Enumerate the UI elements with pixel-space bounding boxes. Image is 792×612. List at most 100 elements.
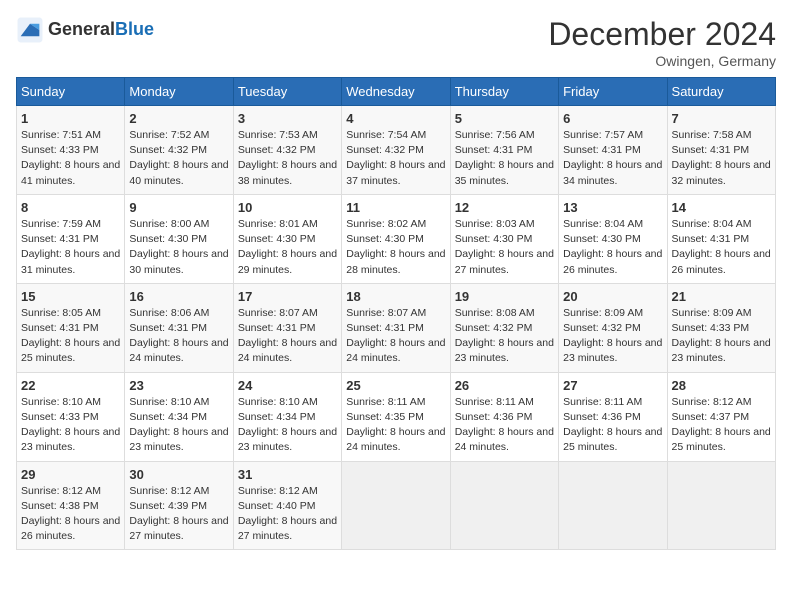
- day-info: Sunrise: 8:11 AM Sunset: 4:36 PM Dayligh…: [563, 395, 662, 456]
- calendar-cell: 3 Sunrise: 7:53 AM Sunset: 4:32 PM Dayli…: [233, 106, 341, 195]
- calendar-cell: 24 Sunrise: 8:10 AM Sunset: 4:34 PM Dayl…: [233, 372, 341, 461]
- weekday-header-thursday: Thursday: [450, 78, 558, 106]
- day-info: Sunrise: 8:12 AM Sunset: 4:37 PM Dayligh…: [672, 395, 771, 456]
- day-number: 10: [238, 200, 337, 215]
- calendar-cell: 19 Sunrise: 8:08 AM Sunset: 4:32 PM Dayl…: [450, 283, 558, 372]
- day-info: Sunrise: 8:07 AM Sunset: 4:31 PM Dayligh…: [238, 306, 337, 367]
- calendar-cell: 5 Sunrise: 7:56 AM Sunset: 4:31 PM Dayli…: [450, 106, 558, 195]
- calendar-week-5: 29 Sunrise: 8:12 AM Sunset: 4:38 PM Dayl…: [17, 461, 776, 550]
- logo: GeneralBlue: [16, 16, 154, 44]
- calendar-cell: 22 Sunrise: 8:10 AM Sunset: 4:33 PM Dayl…: [17, 372, 125, 461]
- day-number: 8: [21, 200, 120, 215]
- calendar-table: SundayMondayTuesdayWednesdayThursdayFrid…: [16, 77, 776, 550]
- day-info: Sunrise: 8:12 AM Sunset: 4:40 PM Dayligh…: [238, 484, 337, 545]
- day-number: 29: [21, 467, 120, 482]
- calendar-cell: 28 Sunrise: 8:12 AM Sunset: 4:37 PM Dayl…: [667, 372, 775, 461]
- calendar-header-row: SundayMondayTuesdayWednesdayThursdayFrid…: [17, 78, 776, 106]
- day-number: 3: [238, 111, 337, 126]
- day-info: Sunrise: 7:57 AM Sunset: 4:31 PM Dayligh…: [563, 128, 662, 189]
- day-number: 5: [455, 111, 554, 126]
- day-number: 2: [129, 111, 228, 126]
- day-info: Sunrise: 8:11 AM Sunset: 4:36 PM Dayligh…: [455, 395, 554, 456]
- calendar-cell: 31 Sunrise: 8:12 AM Sunset: 4:40 PM Dayl…: [233, 461, 341, 550]
- page-header: GeneralBlue December 2024 Owingen, Germa…: [16, 16, 776, 69]
- day-number: 16: [129, 289, 228, 304]
- day-info: Sunrise: 8:05 AM Sunset: 4:31 PM Dayligh…: [21, 306, 120, 367]
- calendar-cell: 9 Sunrise: 8:00 AM Sunset: 4:30 PM Dayli…: [125, 194, 233, 283]
- day-number: 14: [672, 200, 771, 215]
- calendar-cell: 15 Sunrise: 8:05 AM Sunset: 4:31 PM Dayl…: [17, 283, 125, 372]
- location: Owingen, Germany: [548, 53, 776, 69]
- weekday-header-tuesday: Tuesday: [233, 78, 341, 106]
- day-info: Sunrise: 8:12 AM Sunset: 4:38 PM Dayligh…: [21, 484, 120, 545]
- day-number: 30: [129, 467, 228, 482]
- day-info: Sunrise: 8:01 AM Sunset: 4:30 PM Dayligh…: [238, 217, 337, 278]
- day-info: Sunrise: 8:10 AM Sunset: 4:33 PM Dayligh…: [21, 395, 120, 456]
- day-number: 25: [346, 378, 445, 393]
- title-area: December 2024 Owingen, Germany: [548, 16, 776, 69]
- day-info: Sunrise: 8:02 AM Sunset: 4:30 PM Dayligh…: [346, 217, 445, 278]
- calendar-cell: 23 Sunrise: 8:10 AM Sunset: 4:34 PM Dayl…: [125, 372, 233, 461]
- calendar-cell: 17 Sunrise: 8:07 AM Sunset: 4:31 PM Dayl…: [233, 283, 341, 372]
- day-number: 19: [455, 289, 554, 304]
- calendar-cell: 12 Sunrise: 8:03 AM Sunset: 4:30 PM Dayl…: [450, 194, 558, 283]
- calendar-cell: 21 Sunrise: 8:09 AM Sunset: 4:33 PM Dayl…: [667, 283, 775, 372]
- day-info: Sunrise: 8:11 AM Sunset: 4:35 PM Dayligh…: [346, 395, 445, 456]
- day-info: Sunrise: 8:08 AM Sunset: 4:32 PM Dayligh…: [455, 306, 554, 367]
- day-number: 9: [129, 200, 228, 215]
- calendar-cell: 13 Sunrise: 8:04 AM Sunset: 4:30 PM Dayl…: [559, 194, 667, 283]
- day-info: Sunrise: 8:12 AM Sunset: 4:39 PM Dayligh…: [129, 484, 228, 545]
- day-info: Sunrise: 8:09 AM Sunset: 4:32 PM Dayligh…: [563, 306, 662, 367]
- calendar-week-4: 22 Sunrise: 8:10 AM Sunset: 4:33 PM Dayl…: [17, 372, 776, 461]
- calendar-cell: 30 Sunrise: 8:12 AM Sunset: 4:39 PM Dayl…: [125, 461, 233, 550]
- day-info: Sunrise: 8:09 AM Sunset: 4:33 PM Dayligh…: [672, 306, 771, 367]
- calendar-cell: 11 Sunrise: 8:02 AM Sunset: 4:30 PM Dayl…: [342, 194, 450, 283]
- weekday-header-saturday: Saturday: [667, 78, 775, 106]
- calendar-week-2: 8 Sunrise: 7:59 AM Sunset: 4:31 PM Dayli…: [17, 194, 776, 283]
- day-number: 6: [563, 111, 662, 126]
- day-number: 4: [346, 111, 445, 126]
- calendar-cell: 25 Sunrise: 8:11 AM Sunset: 4:35 PM Dayl…: [342, 372, 450, 461]
- day-number: 26: [455, 378, 554, 393]
- weekday-header-wednesday: Wednesday: [342, 78, 450, 106]
- month-title: December 2024: [548, 16, 776, 53]
- calendar-cell: 1 Sunrise: 7:51 AM Sunset: 4:33 PM Dayli…: [17, 106, 125, 195]
- day-info: Sunrise: 7:51 AM Sunset: 4:33 PM Dayligh…: [21, 128, 120, 189]
- weekday-header-monday: Monday: [125, 78, 233, 106]
- calendar-cell: 26 Sunrise: 8:11 AM Sunset: 4:36 PM Dayl…: [450, 372, 558, 461]
- day-info: Sunrise: 8:04 AM Sunset: 4:31 PM Dayligh…: [672, 217, 771, 278]
- day-number: 11: [346, 200, 445, 215]
- calendar-cell: 27 Sunrise: 8:11 AM Sunset: 4:36 PM Dayl…: [559, 372, 667, 461]
- day-number: 31: [238, 467, 337, 482]
- calendar-cell: 7 Sunrise: 7:58 AM Sunset: 4:31 PM Dayli…: [667, 106, 775, 195]
- calendar-week-1: 1 Sunrise: 7:51 AM Sunset: 4:33 PM Dayli…: [17, 106, 776, 195]
- day-info: Sunrise: 7:54 AM Sunset: 4:32 PM Dayligh…: [346, 128, 445, 189]
- day-info: Sunrise: 8:06 AM Sunset: 4:31 PM Dayligh…: [129, 306, 228, 367]
- day-info: Sunrise: 8:07 AM Sunset: 4:31 PM Dayligh…: [346, 306, 445, 367]
- day-number: 28: [672, 378, 771, 393]
- day-info: Sunrise: 7:59 AM Sunset: 4:31 PM Dayligh…: [21, 217, 120, 278]
- day-number: 24: [238, 378, 337, 393]
- calendar-cell: 6 Sunrise: 7:57 AM Sunset: 4:31 PM Dayli…: [559, 106, 667, 195]
- day-info: Sunrise: 8:10 AM Sunset: 4:34 PM Dayligh…: [129, 395, 228, 456]
- calendar-cell: 8 Sunrise: 7:59 AM Sunset: 4:31 PM Dayli…: [17, 194, 125, 283]
- day-number: 13: [563, 200, 662, 215]
- day-info: Sunrise: 8:10 AM Sunset: 4:34 PM Dayligh…: [238, 395, 337, 456]
- day-info: Sunrise: 7:53 AM Sunset: 4:32 PM Dayligh…: [238, 128, 337, 189]
- calendar-cell: 20 Sunrise: 8:09 AM Sunset: 4:32 PM Dayl…: [559, 283, 667, 372]
- day-info: Sunrise: 8:00 AM Sunset: 4:30 PM Dayligh…: [129, 217, 228, 278]
- day-info: Sunrise: 7:58 AM Sunset: 4:31 PM Dayligh…: [672, 128, 771, 189]
- day-number: 23: [129, 378, 228, 393]
- weekday-header-sunday: Sunday: [17, 78, 125, 106]
- logo-icon: [16, 16, 44, 44]
- calendar-cell: 2 Sunrise: 7:52 AM Sunset: 4:32 PM Dayli…: [125, 106, 233, 195]
- calendar-cell: [559, 461, 667, 550]
- day-number: 21: [672, 289, 771, 304]
- day-info: Sunrise: 8:03 AM Sunset: 4:30 PM Dayligh…: [455, 217, 554, 278]
- logo-text: GeneralBlue: [48, 20, 154, 40]
- day-number: 7: [672, 111, 771, 126]
- weekday-header-friday: Friday: [559, 78, 667, 106]
- calendar-cell: 18 Sunrise: 8:07 AM Sunset: 4:31 PM Dayl…: [342, 283, 450, 372]
- calendar-cell: [450, 461, 558, 550]
- calendar-cell: 10 Sunrise: 8:01 AM Sunset: 4:30 PM Dayl…: [233, 194, 341, 283]
